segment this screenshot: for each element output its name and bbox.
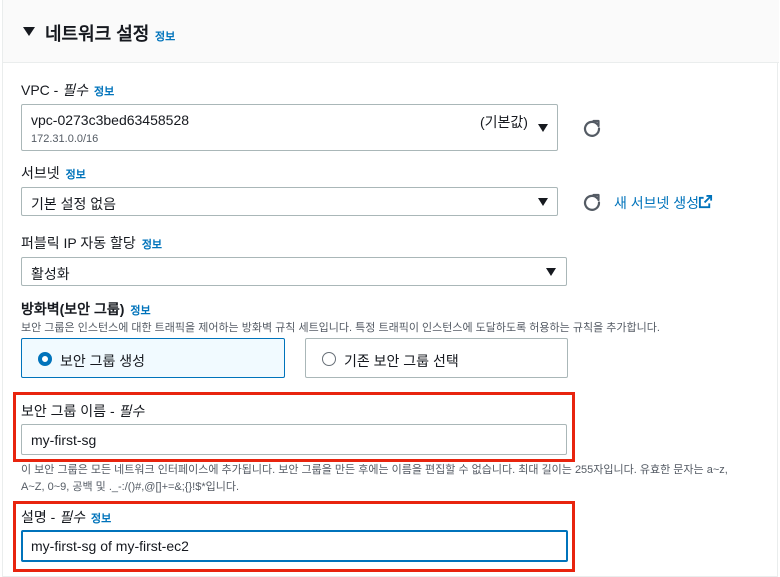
refresh-icon[interactable] (582, 192, 602, 212)
vpc-info-link[interactable]: 정보 (94, 86, 114, 98)
sg-name-label: 보안 그룹 이름 - 필수 (21, 401, 144, 421)
radio-create-security-group[interactable]: 보안 그룹 생성 (21, 338, 285, 378)
caret-down-icon[interactable] (23, 27, 35, 36)
public-ip-info-link[interactable]: 정보 (142, 239, 162, 251)
radio-button[interactable] (38, 352, 52, 366)
panel-header[interactable]: 네트워크 설정 정보 (3, 0, 779, 63)
chevron-down-icon (546, 268, 556, 276)
panel-title: 네트워크 설정 (45, 24, 150, 44)
sg-name-help-line1: 이 보안 그룹은 모든 네트워크 인터페이스에 추가됩니다. 보안 그룹을 만든… (21, 464, 728, 476)
radio-label: 보안 그룹 생성 (60, 353, 146, 369)
radio-select-existing-security-group[interactable]: 기존 보안 그룹 선택 (305, 338, 568, 378)
subnet-select[interactable]: 기본 설정 없음 (21, 187, 558, 216)
vpc-label-text: VPC - (21, 82, 63, 98)
description-label-text: 설명 - (21, 509, 60, 525)
public-ip-label-text: 퍼블릭 IP 자동 할당 (21, 235, 136, 251)
vpc-required: 필수 (62, 82, 88, 98)
radio-label: 기존 보안 그룹 선택 (344, 353, 459, 369)
radio-button[interactable] (322, 352, 336, 366)
vpc-label: VPC - 필수 정보 (21, 80, 114, 100)
subnet-label-text: 서브넷 (21, 165, 60, 181)
vpc-select[interactable]: vpc-0273c3bed63458528 172.31.0.0/16 (기본값… (21, 104, 558, 151)
description-info-link[interactable]: 정보 (91, 513, 111, 525)
public-ip-label: 퍼블릭 IP 자동 할당 정보 (21, 233, 162, 253)
firewall-label: 방화벽(보안 그룹) 정보 (21, 299, 151, 319)
chevron-down-icon (538, 124, 548, 132)
firewall-info-link[interactable]: 정보 (130, 305, 150, 317)
vpc-default-tag: (기본값) (480, 114, 528, 130)
firewall-description: 보안 그룹은 인스턴스에 대한 트래픽을 제어하는 방화벽 규칙 세트입니다. … (21, 322, 660, 334)
firewall-label-text: 방화벽(보안 그룹) (21, 301, 125, 317)
sg-name-required: 필수 (118, 403, 145, 419)
sg-name-label-text: 보안 그룹 이름 - (21, 403, 119, 419)
sg-name-help-line2: A~Z, 0~9, 공백 및 ._-:/()#,@[]+=&;{}!$*입니다. (21, 481, 240, 493)
description-input[interactable] (21, 530, 568, 562)
refresh-icon[interactable] (582, 118, 602, 138)
chevron-down-icon (538, 198, 548, 206)
description-label: 설명 - 필수 정보 (21, 507, 111, 527)
public-ip-value: 활성화 (31, 266, 70, 282)
security-group-name-input[interactable] (21, 424, 567, 455)
external-link-icon[interactable] (698, 194, 713, 209)
vpc-cidr: 172.31.0.0/16 (31, 133, 99, 145)
public-ip-select[interactable]: 활성화 (21, 257, 567, 286)
header-info-link[interactable]: 정보 (155, 28, 175, 44)
create-subnet-link[interactable]: 새 서브넷 생성 (614, 193, 699, 213)
subnet-label: 서브넷 정보 (21, 163, 86, 183)
vpc-value: vpc-0273c3bed63458528 (31, 112, 190, 128)
description-required: 필수 (59, 509, 85, 525)
subnet-value: 기본 설정 없음 (31, 196, 117, 212)
subnet-info-link[interactable]: 정보 (66, 169, 86, 181)
